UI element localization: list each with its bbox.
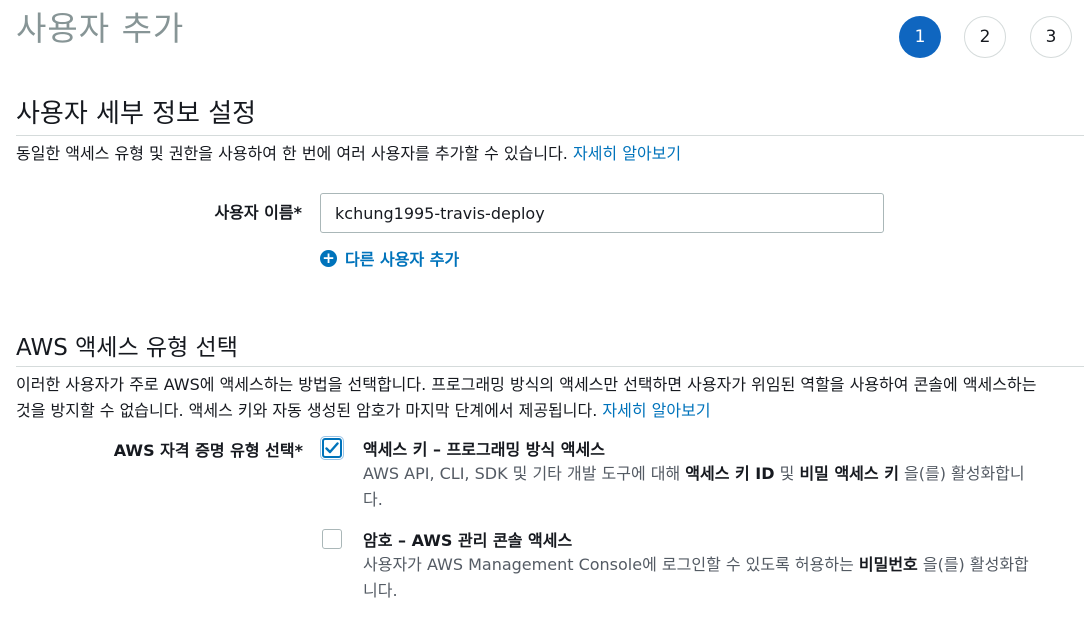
access-key-option-title[interactable]: 액세스 키 – 프로그래밍 방식 액세스 [363, 436, 605, 460]
learn-more-link[interactable]: 자세히 알아보기 [573, 144, 681, 163]
plus-circle-icon: + [320, 249, 337, 267]
access-key-desc-prefix: AWS API, CLI, SDK 및 기타 개발 도구에 대해 [363, 464, 686, 483]
section-divider [16, 366, 1084, 367]
add-another-user-label: 다른 사용자 추가 [345, 250, 460, 269]
add-another-user-button[interactable]: + 다른 사용자 추가 [320, 246, 459, 270]
page-title: 사용자 추가 [16, 9, 185, 48]
step-1[interactable]: 1 [899, 16, 941, 58]
user-details-description: 동일한 액세스 유형 및 권한을 사용하여 한 번에 여러 사용자를 추가할 수… [16, 141, 681, 167]
access-key-desc-mid: 및 [774, 464, 800, 483]
step-2[interactable]: 2 [964, 16, 1006, 58]
access-key-checkbox[interactable] [322, 438, 342, 458]
password-checkbox[interactable] [322, 529, 342, 549]
password-option-description: 사용자가 AWS Management Console에 로그인할 수 있도록 … [363, 552, 1043, 604]
access-key-id-term: 액세스 키 ID [685, 464, 775, 483]
step-3[interactable]: 3 [1030, 16, 1072, 58]
username-label: 사용자 이름* [214, 203, 302, 222]
learn-more-link[interactable]: 자세히 알아보기 [602, 401, 710, 420]
user-details-heading: 사용자 세부 정보 설정 [16, 99, 257, 129]
user-details-description-text: 동일한 액세스 유형 및 권한을 사용하여 한 번에 여러 사용자를 추가할 수… [16, 144, 568, 163]
checkmark-icon [325, 442, 339, 454]
password-option-title[interactable]: 암호 – AWS 관리 콘솔 액세스 [363, 527, 572, 551]
access-desc-line-1: 이러한 사용자가 주로 AWS에 액세스하는 방법을 선택합니다. 프로그래밍 … [16, 375, 1037, 394]
access-desc-line-2: 것을 방지할 수 없습니다. 액세스 키와 자동 생성된 암호가 마지막 단계에… [16, 398, 1036, 424]
access-type-heading: AWS 액세스 유형 선택 [16, 335, 238, 361]
access-desc-line-2-text: 것을 방지할 수 없습니다. 액세스 키와 자동 생성된 암호가 마지막 단계에… [16, 401, 598, 420]
section-divider [16, 135, 1084, 136]
username-input[interactable] [320, 193, 884, 233]
access-key-option-description: AWS API, CLI, SDK 및 기타 개발 도구에 대해 액세스 키 I… [363, 461, 1043, 513]
access-type-description: 이러한 사용자가 주로 AWS에 액세스하는 방법을 선택합니다. 프로그래밍 … [16, 372, 1036, 424]
password-desc-prefix: 사용자가 AWS Management Console에 로그인할 수 있도록 … [363, 555, 859, 574]
secret-access-key-term: 비밀 액세스 키 [799, 464, 899, 483]
credential-type-label: AWS 자격 증명 유형 선택* [113, 441, 303, 460]
password-term: 비밀번호 [858, 555, 918, 574]
